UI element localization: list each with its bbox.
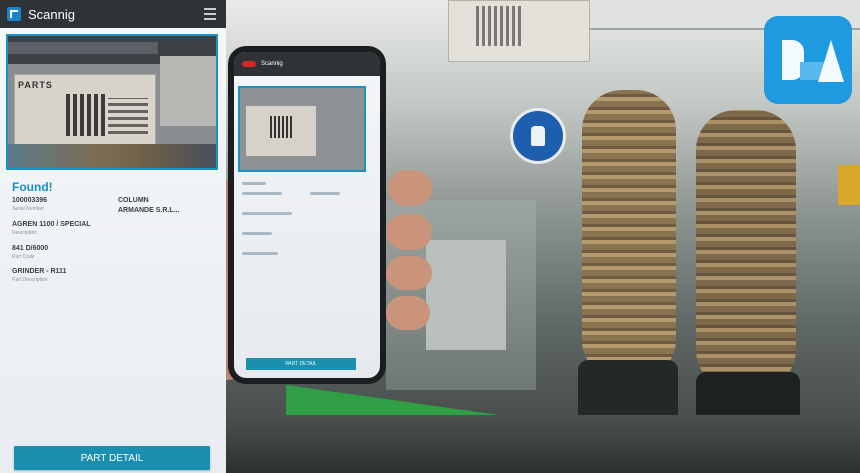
field-value: COLUMN: [118, 197, 149, 204]
field-value: 841 D/6000: [12, 245, 49, 252]
phone-text-line: [242, 232, 272, 235]
flexible-hose: [582, 90, 676, 380]
phone-camera-preview: [238, 86, 366, 172]
safety-sign-icon: [510, 108, 566, 164]
part-label-text: PARTS: [18, 80, 53, 90]
warning-sign-icon: [838, 165, 860, 205]
app-bar: Scannig: [0, 0, 226, 28]
finger: [386, 296, 430, 330]
scan-status: Found!: [12, 180, 53, 194]
smartphone: Scannig PART DETAIL: [228, 46, 386, 384]
phone-text-line: [242, 192, 282, 195]
field-label: Serial Number: [12, 206, 44, 212]
machine-qr-code-icon: [476, 6, 524, 46]
phone-text-line: [310, 192, 340, 195]
recording-indicator-icon: [242, 61, 256, 67]
flexible-hose: [696, 110, 796, 390]
field-value: 100003396: [12, 197, 48, 204]
phone-part-detail-button: PART DETAIL: [246, 358, 356, 370]
phone-app-bar: Scannig: [234, 52, 380, 76]
phone-app-title: Scannig: [261, 61, 283, 67]
field-customer: COLUMN ARMANDE S.R.L...: [118, 197, 179, 214]
logo-shape: [818, 40, 844, 82]
menu-icon[interactable]: [204, 8, 216, 20]
field-part-code: 841 D/6000 Part Code: [12, 245, 48, 260]
field-value-secondary: ARMANDE S.R.L...: [118, 207, 180, 214]
finger: [386, 256, 432, 290]
machine-floor: [226, 415, 860, 473]
machine-bracket-panel: [426, 240, 506, 350]
brand-logo-icon: [764, 16, 852, 104]
phone-screen: Scannig PART DETAIL: [234, 52, 380, 378]
video-scene: Scannig PART DETAIL: [226, 0, 860, 473]
finger: [386, 214, 432, 250]
finger: [388, 170, 432, 206]
camera-bottom-region: [8, 144, 216, 168]
phone-qr-code-icon: [270, 116, 292, 138]
field-serial-number: 100003396 Serial Number: [12, 197, 47, 212]
phone-text-line: [242, 182, 266, 185]
app-screen: Scannig PARTS Found! 100003396 Serial Nu…: [0, 0, 226, 473]
qr-code-icon: [66, 94, 108, 136]
app-title: Scannig: [28, 6, 75, 22]
camera-top-strip: [8, 42, 158, 54]
field-value: AGREN 1100 / SPECIAL: [12, 221, 91, 228]
phone-text-line: [242, 212, 292, 215]
camera-preview[interactable]: PARTS: [6, 34, 218, 170]
field-label: Description: [12, 230, 38, 236]
app-logo-icon: [7, 7, 21, 21]
part-detail-button[interactable]: PART DETAIL: [14, 446, 210, 470]
barcode-icon: [108, 98, 148, 134]
field-part-description: GRINDER - R111 Part Description: [12, 268, 66, 283]
field-description: AGREN 1100 / SPECIAL Description: [12, 221, 91, 236]
field-label: Part Description: [12, 277, 48, 283]
field-label: Part Code: [12, 254, 35, 260]
camera-side-region: [160, 56, 216, 126]
field-value: GRINDER - R111: [12, 268, 67, 275]
phone-text-line: [242, 252, 278, 255]
